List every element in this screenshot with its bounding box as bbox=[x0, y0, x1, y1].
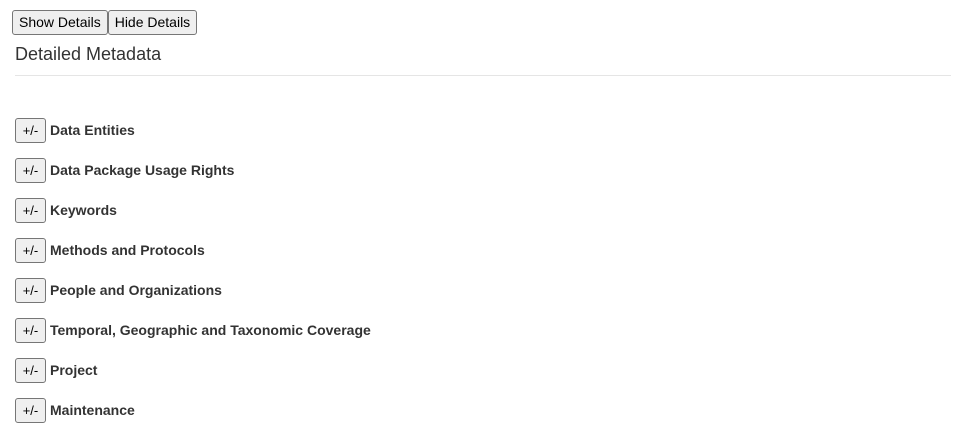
toggle-keywords-button[interactable]: +/- bbox=[15, 197, 46, 223]
section-methods-protocols: +/- Methods and Protocols bbox=[15, 230, 371, 270]
title-divider bbox=[15, 75, 951, 76]
section-label: Data Entities bbox=[50, 122, 135, 138]
section-label: Keywords bbox=[50, 202, 117, 218]
toggle-maintenance-button[interactable]: +/- bbox=[15, 397, 46, 423]
section-people-organizations: +/- People and Organizations bbox=[15, 270, 371, 310]
toggle-methods-protocols-button[interactable]: +/- bbox=[15, 237, 46, 263]
section-keywords: +/- Keywords bbox=[15, 190, 371, 230]
toggle-data-entities-button[interactable]: +/- bbox=[15, 117, 46, 143]
metadata-section-list: +/- Data Entities +/- Data Package Usage… bbox=[15, 110, 371, 430]
section-maintenance: +/- Maintenance bbox=[15, 390, 371, 430]
toggle-coverage-button[interactable]: +/- bbox=[15, 317, 46, 343]
section-label: Temporal, Geographic and Taxonomic Cover… bbox=[50, 322, 371, 338]
section-label: People and Organizations bbox=[50, 282, 222, 298]
toggle-people-organizations-button[interactable]: +/- bbox=[15, 277, 46, 303]
toggle-usage-rights-button[interactable]: +/- bbox=[15, 157, 46, 183]
section-usage-rights: +/- Data Package Usage Rights bbox=[15, 150, 371, 190]
section-project: +/- Project bbox=[15, 350, 371, 390]
hide-details-button[interactable]: Hide Details bbox=[107, 10, 198, 35]
section-label: Methods and Protocols bbox=[50, 242, 205, 258]
details-toolbar: Show Details Hide Details bbox=[12, 10, 198, 35]
section-label: Data Package Usage Rights bbox=[50, 162, 235, 178]
section-label: Maintenance bbox=[50, 402, 135, 418]
toggle-project-button[interactable]: +/- bbox=[15, 357, 46, 383]
page-title: Detailed Metadata bbox=[15, 44, 162, 64]
section-coverage: +/- Temporal, Geographic and Taxonomic C… bbox=[15, 310, 371, 350]
show-details-button[interactable]: Show Details bbox=[12, 10, 108, 35]
section-label: Project bbox=[50, 362, 98, 378]
section-data-entities: +/- Data Entities bbox=[15, 110, 371, 150]
